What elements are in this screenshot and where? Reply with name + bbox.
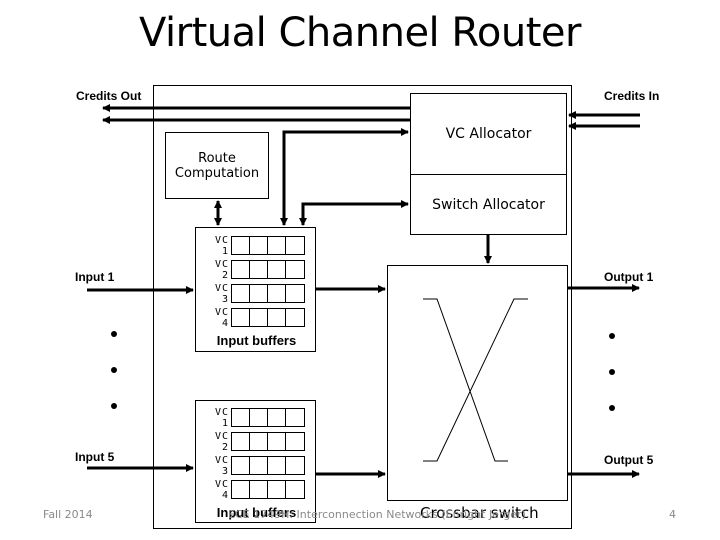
input-1-label: Input 1: [75, 270, 115, 284]
credits-out-label: Credits Out: [76, 89, 142, 103]
output-5-label: Output 5: [604, 453, 654, 467]
footer-page-number: 4: [669, 508, 676, 521]
crossbar-path-1: [423, 298, 508, 462]
ellipsis-dot: [609, 333, 615, 339]
footer-date: Fall 2014: [43, 508, 93, 521]
ellipsis-dot: [111, 331, 117, 337]
ellipsis-dot: [111, 403, 117, 409]
ellipsis-dot: [609, 369, 615, 375]
credits-in-label: Credits In: [604, 89, 660, 103]
footer-course: ECE 1749H: Interconnection Networks (Enr…: [228, 508, 526, 521]
sa-request-wire: [301, 200, 409, 225]
output-1-label: Output 1: [604, 270, 654, 284]
ellipsis-dot: [609, 405, 615, 411]
ellipsis-dot: [111, 367, 117, 373]
input-5-label: Input 5: [75, 450, 115, 464]
crossbar-path-2: [423, 298, 528, 462]
